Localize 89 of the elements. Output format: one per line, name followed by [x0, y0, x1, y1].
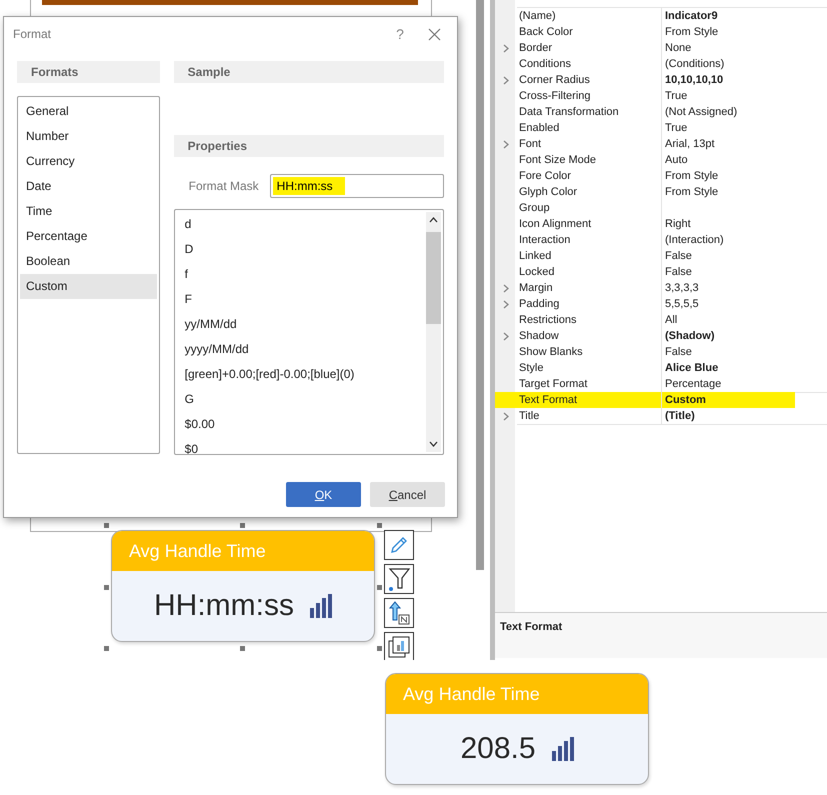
- filter-icon: [387, 566, 411, 592]
- ok-button[interactable]: OK: [286, 482, 361, 507]
- property-name[interactable]: Cross-Filtering: [517, 88, 662, 105]
- dialog-title: Format: [13, 27, 52, 41]
- property-name[interactable]: Icon Alignment: [517, 216, 662, 233]
- resize-handle[interactable]: [104, 523, 109, 528]
- property-name[interactable]: Corner Radius: [517, 72, 662, 89]
- property-name[interactable]: Margin: [517, 280, 662, 297]
- property-name[interactable]: Fore Color: [517, 168, 662, 185]
- property-name[interactable]: (Name): [517, 8, 662, 25]
- expand-icon[interactable]: [503, 76, 509, 85]
- resize-handle[interactable]: [240, 646, 245, 651]
- expand-icon[interactable]: [503, 332, 509, 341]
- indicator-card[interactable]: Avg Handle Time HH:mm:ss: [111, 530, 375, 642]
- property-name[interactable]: Shadow: [517, 328, 662, 345]
- sort-button[interactable]: [384, 598, 414, 628]
- property-name[interactable]: Interaction: [517, 232, 662, 249]
- property-name[interactable]: Group: [517, 200, 662, 217]
- mask-item[interactable]: yyyy/MM/dd: [176, 337, 423, 362]
- indicator-card[interactable]: Avg Handle Time 208.5: [385, 673, 649, 785]
- resize-handle[interactable]: [377, 523, 382, 528]
- property-name[interactable]: Font Size Mode: [517, 152, 662, 169]
- scroll-bar[interactable]: [476, 0, 484, 570]
- format-item[interactable]: Percentage: [20, 224, 157, 249]
- format-item[interactable]: General: [20, 99, 157, 124]
- indicator-title: Avg Handle Time: [112, 531, 374, 571]
- indicator-value: HH:mm:ss: [154, 589, 294, 623]
- format-item[interactable]: Date: [20, 174, 157, 199]
- mask-item[interactable]: yy/MM/dd: [176, 312, 423, 337]
- property-name[interactable]: Conditions: [517, 56, 662, 73]
- resize-handle[interactable]: [104, 646, 109, 651]
- property-name[interactable]: Glyph Color: [517, 184, 662, 201]
- property-name[interactable]: Font: [517, 136, 662, 153]
- expand-icon[interactable]: [503, 412, 509, 421]
- format-mask-field[interactable]: HH:mm:ss: [270, 174, 444, 198]
- property-value[interactable]: Percentage: [662, 376, 827, 393]
- resize-handle[interactable]: [240, 523, 245, 528]
- mask-item[interactable]: G: [176, 387, 423, 412]
- resize-handle[interactable]: [377, 585, 382, 590]
- section-header: Formats: [17, 61, 160, 83]
- format-item[interactable]: Boolean: [20, 249, 157, 274]
- property-name[interactable]: Back Color: [517, 24, 662, 41]
- property-name[interactable]: Target Format: [517, 376, 662, 393]
- resize-handle[interactable]: [104, 585, 109, 590]
- chart-type-button[interactable]: [384, 632, 414, 660]
- pencil-icon: [389, 535, 409, 555]
- expand-icon[interactable]: [503, 44, 509, 53]
- property-name[interactable]: Show Blanks: [517, 344, 662, 361]
- mask-item[interactable]: f: [176, 262, 423, 287]
- property-value[interactable]: (Title): [662, 408, 827, 425]
- bar-chart-icon: [552, 737, 574, 761]
- filter-button[interactable]: [384, 564, 414, 594]
- mask-item[interactable]: F: [176, 287, 423, 312]
- cancel-button[interactable]: Cancel: [370, 482, 445, 507]
- section-header: Sample: [174, 61, 444, 83]
- format-item[interactable]: Custom: [20, 274, 157, 299]
- property-name[interactable]: Restrictions: [517, 312, 662, 329]
- field-label: Format Mask: [188, 179, 260, 193]
- indicator-title: Avg Handle Time: [386, 674, 648, 714]
- property-name[interactable]: Border: [517, 40, 662, 57]
- property-name[interactable]: Style: [517, 360, 662, 377]
- mask-item[interactable]: [green]+0.00;[red]-0.00;[blue](0): [176, 362, 423, 387]
- mask-item[interactable]: $0: [176, 437, 423, 454]
- chart-icon: [387, 635, 411, 659]
- scroll-bar[interactable]: [426, 212, 441, 452]
- property-name[interactable]: Linked: [517, 248, 662, 265]
- description-title: Text Format: [500, 621, 562, 633]
- property-name[interactable]: Data Transformation: [517, 104, 662, 121]
- mask-item[interactable]: D: [176, 237, 423, 262]
- mask-item[interactable]: d: [176, 212, 423, 237]
- property-name[interactable]: Locked: [517, 264, 662, 281]
- sort-icon: [387, 600, 411, 626]
- mask-item[interactable]: $0.00: [176, 412, 423, 437]
- format-item[interactable]: Currency: [20, 149, 157, 174]
- bar-chart-icon: [310, 594, 332, 618]
- indicator-value: 208.5: [460, 732, 536, 766]
- help-button[interactable]: ?: [385, 25, 415, 43]
- format-item[interactable]: Time: [20, 199, 157, 224]
- format-item[interactable]: Number: [20, 124, 157, 149]
- property-name[interactable]: Padding: [517, 296, 662, 313]
- section-header: Properties: [174, 135, 444, 157]
- scroll-down-icon[interactable]: [429, 441, 438, 447]
- resize-handle[interactable]: [377, 646, 382, 651]
- scroll-up-icon[interactable]: [429, 217, 438, 223]
- edit-button[interactable]: [384, 530, 414, 560]
- property-name[interactable]: Enabled: [517, 120, 662, 137]
- property-name[interactable]: Title: [517, 408, 662, 425]
- expand-icon[interactable]: [503, 140, 509, 149]
- close-icon: [428, 28, 440, 40]
